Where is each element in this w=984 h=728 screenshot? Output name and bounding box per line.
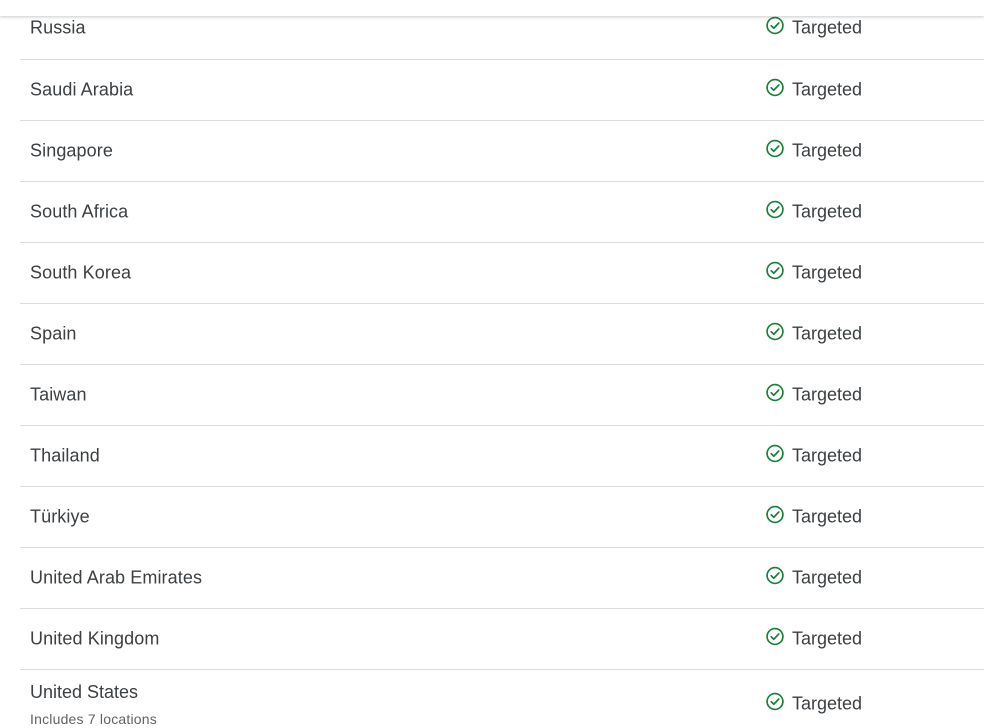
table-row: Singapore Targeted [20,121,984,182]
table-row: Türkiye Targeted [20,487,984,548]
status-cell: Targeted [765,322,863,345]
check-circle-icon [766,692,784,710]
table-row: United Kingdom Targeted [20,609,984,670]
status-cell: Targeted [765,566,863,589]
status-label: Targeted [792,262,863,283]
country-name: South Korea [30,262,132,283]
status-cell: Targeted [765,444,863,467]
table-row: Spain Targeted [20,304,984,365]
status-cell: Targeted [765,627,863,650]
country-name: Russia [30,17,86,38]
country-name: Saudi Arabia [30,79,134,100]
country-name: United Kingdom [30,628,160,649]
country-name: Thailand [30,445,100,466]
status-label: Targeted [792,506,863,527]
table-row: South Korea Targeted [20,243,984,304]
status-label: Targeted [792,693,863,714]
status-label: Targeted [792,140,863,161]
check-circle-icon [766,383,784,401]
table-row: United States Includes 7 locations Targe… [20,670,984,728]
country-name: Singapore [30,140,113,161]
table-row: Thailand Targeted [20,426,984,487]
check-circle-icon [766,322,784,340]
check-circle-icon [766,200,784,218]
header-bar-edge [0,0,984,16]
status-cell: Targeted [765,200,863,223]
locations-count: Includes 7 locations [30,711,157,727]
check-circle-icon [766,566,784,584]
country-name: Türkiye [30,506,90,527]
check-circle-icon [766,261,784,279]
country-name: Spain [30,323,77,344]
status-cell: Targeted [765,139,863,162]
status-cell: Targeted [765,16,863,39]
country-name: Taiwan [30,384,87,405]
status-label: Targeted [792,445,863,466]
check-circle-icon [766,627,784,645]
country-name: United Arab Emirates [30,567,203,588]
status-cell: Targeted [765,692,863,715]
status-label: Targeted [792,323,863,344]
country-name: South Africa [30,201,129,222]
table-row: United Arab Emirates Targeted [20,548,984,609]
status-cell: Targeted [765,383,863,406]
status-label: Targeted [792,384,863,405]
status-label: Targeted [792,201,863,222]
status-cell: Targeted [765,505,863,528]
table-row: Taiwan Targeted [20,365,984,426]
check-circle-icon [766,16,784,34]
status-cell: Targeted [765,261,863,284]
check-circle-icon [766,444,784,462]
status-label: Targeted [792,567,863,588]
check-circle-icon [766,139,784,157]
country-targeting-list: Russia Targeted Saudi Arabia Targeted Si… [20,0,984,728]
status-cell: Targeted [765,78,863,101]
table-row: Saudi Arabia Targeted [20,60,984,121]
table-row: South Africa Targeted [20,182,984,243]
check-circle-icon [766,78,784,96]
country-cell: United States Includes 7 locations [30,682,157,727]
country-name: United States [30,682,139,702]
status-label: Targeted [792,628,863,649]
status-label: Targeted [792,79,863,100]
check-circle-icon [766,505,784,523]
status-label: Targeted [792,17,863,38]
